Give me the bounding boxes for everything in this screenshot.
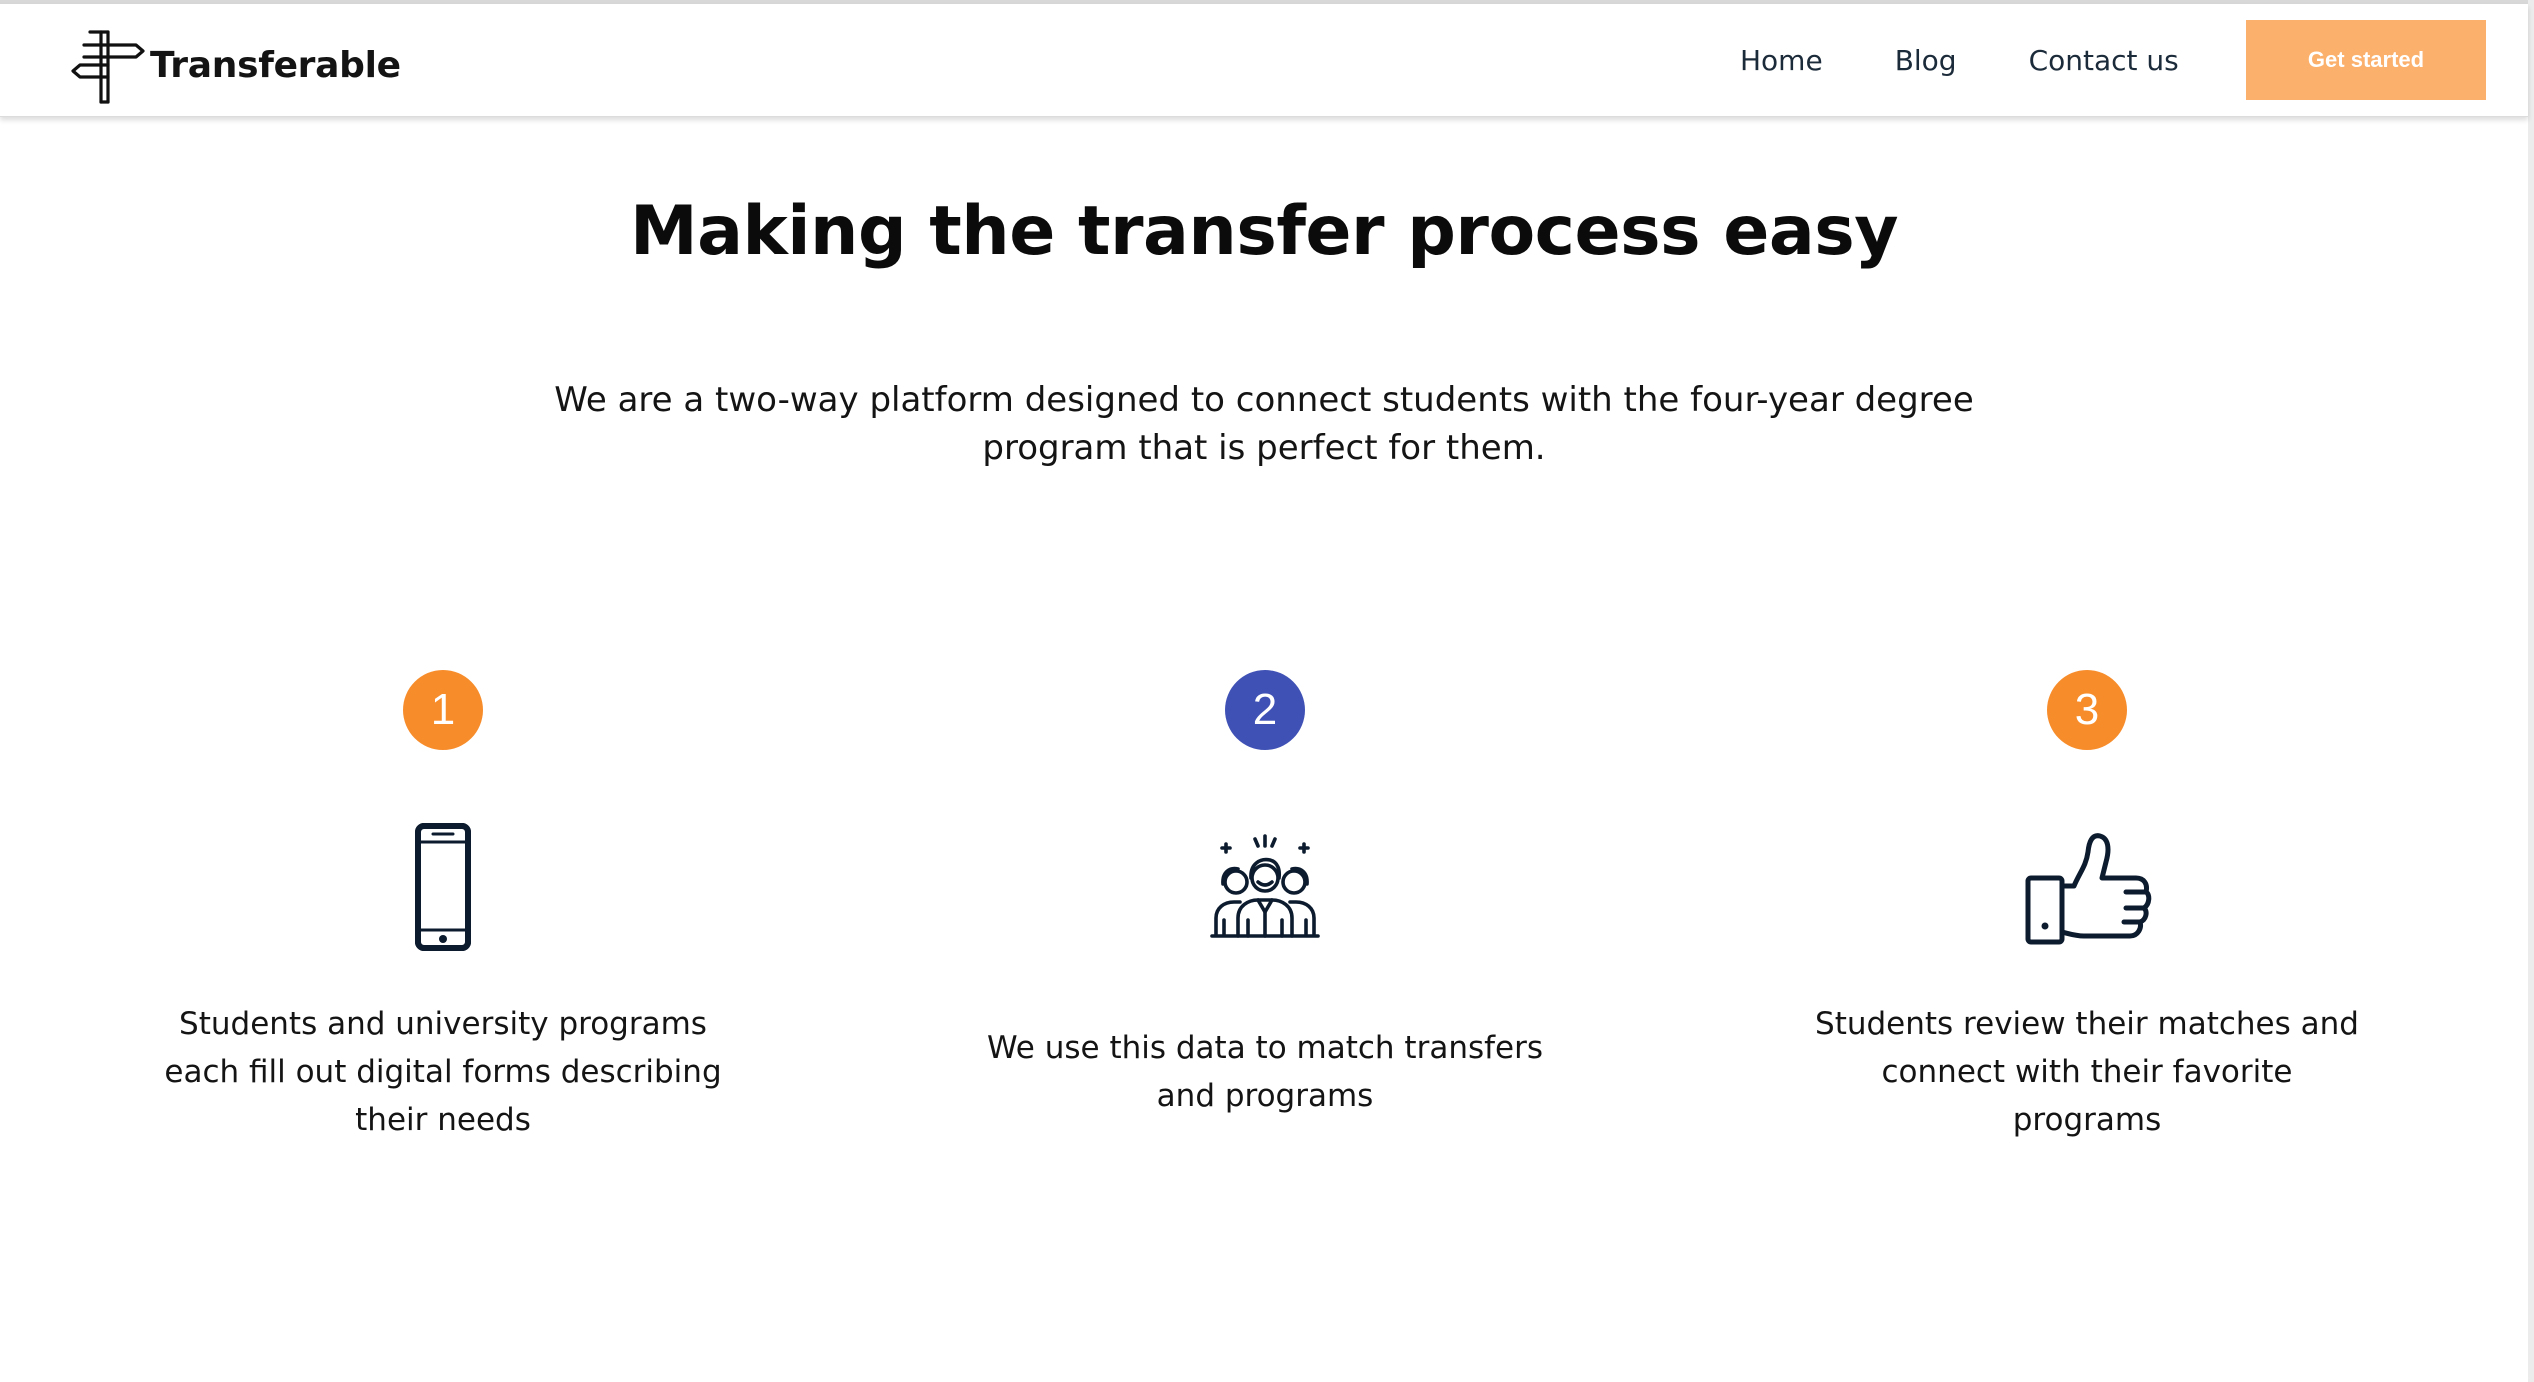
nav-contact-link[interactable]: Contact us [2029,44,2179,77]
step-description: Students review their matches and connec… [1815,1006,2359,1138]
step-number-badge: 2 [1225,670,1305,750]
page: Transferable Home Blog Contact us Get st… [0,0,2534,1382]
step-description: Students and university programs each fi… [164,1006,722,1138]
site-header: Transferable Home Blog Contact us Get st… [0,4,2528,117]
step-description: We use this data to match transfers and … [986,1030,1544,1114]
nav-home-link[interactable]: Home [1740,44,1823,77]
step-3: 3 Students review their matches and conn… [1807,670,2367,1190]
main-nav: Home Blog Contact us [1740,4,2251,116]
get-started-button[interactable]: Get started [2246,20,2486,100]
group-icon [1210,834,1320,938]
hero-title: Making the transfer process easy [629,192,1899,271]
step-number-badge: 3 [2047,670,2127,750]
hero-subtitle: We are a two-way platform designed to co… [554,380,1974,468]
thumbs-up-icon [2025,833,2152,945]
step-2: 2 We use this data to match transfers an… [985,670,1545,1190]
signpost-icon [71,30,145,104]
step-number-badge: 1 [403,670,483,750]
step-1: 1 Students and university programs each … [163,670,723,1190]
brand-logo-link[interactable]: Transferable [70,26,401,104]
scrollbar-gutter [2528,0,2534,1382]
smartphone-icon [415,823,471,951]
brand-name: Transferable [150,44,401,86]
nav-blog-link[interactable]: Blog [1895,44,1957,77]
